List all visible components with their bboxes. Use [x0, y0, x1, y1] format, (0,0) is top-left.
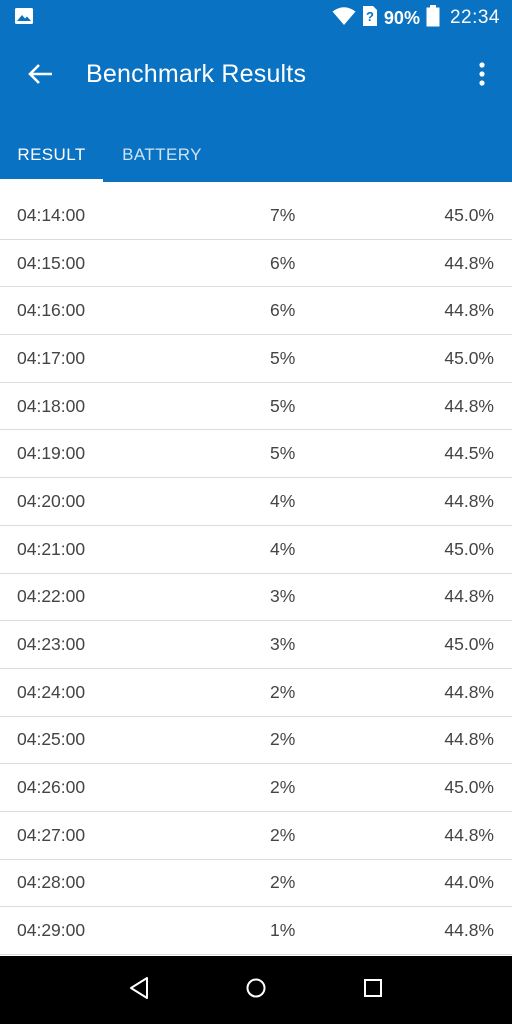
value-cell: 44.8% [444, 586, 494, 607]
table-row: 04:18:00 5% 44.8% [0, 383, 512, 431]
level-cell: 2% [270, 824, 296, 845]
more-vertical-icon [479, 61, 485, 91]
battery-icon [426, 4, 440, 32]
table-row: 04:23:00 3% 45.0% [0, 621, 512, 669]
time-cell: 04:22:00 [17, 586, 86, 607]
overflow-menu-button[interactable] [470, 58, 494, 94]
nav-recents-icon [362, 977, 384, 1004]
tab-bar: RESULT BATTERY [0, 128, 512, 182]
time-cell: 04:28:00 [17, 872, 86, 893]
level-cell: 3% [270, 634, 296, 655]
table-row: 04:16:00 6% 44.8% [0, 287, 512, 336]
nav-back-icon [128, 976, 150, 1005]
tab-result[interactable]: RESULT [0, 128, 103, 182]
table-row: 04:27:00 2% 44.8% [0, 812, 512, 860]
back-button[interactable] [20, 58, 60, 94]
time-cell: 04:15:00 [17, 252, 86, 273]
time-cell: 04:20:00 [17, 490, 86, 511]
table-row: 04:25:00 2% 44.8% [0, 717, 512, 765]
time-cell: 04:27:00 [17, 824, 86, 845]
table-row: 04:20:00 4% 44.8% [0, 478, 512, 526]
value-cell: 45.0% [444, 347, 494, 368]
time-cell: 04:21:00 [17, 538, 86, 559]
table-row: 04:19:00 5% 44.5% [0, 430, 512, 479]
status-left [14, 6, 34, 31]
nav-back-button[interactable] [119, 970, 159, 1010]
time-cell: 04:23:00 [17, 634, 86, 655]
nav-home-button[interactable] [236, 970, 276, 1010]
value-cell: 44.0% [444, 872, 494, 893]
level-cell: 7% [270, 204, 296, 225]
level-cell: 5% [270, 347, 296, 368]
value-cell: 44.8% [444, 824, 494, 845]
level-cell: 4% [270, 490, 296, 511]
value-cell: 44.8% [444, 681, 494, 702]
value-cell: 45.0% [444, 538, 494, 559]
level-cell: 1% [270, 920, 296, 941]
nav-recents-button[interactable] [353, 970, 393, 1010]
tab-battery[interactable]: BATTERY [103, 128, 221, 182]
level-cell: 6% [270, 300, 296, 321]
level-cell: 2% [270, 872, 296, 893]
time-cell: 04:17:00 [17, 347, 86, 368]
value-cell: 44.8% [444, 920, 494, 941]
time-cell: 04:16:00 [17, 300, 86, 321]
value-cell: 44.8% [444, 490, 494, 511]
wifi-icon [332, 6, 356, 31]
no-sim-icon: ? [362, 5, 378, 32]
time-cell: 04:25:00 [17, 729, 86, 750]
app-bar: Benchmark Results RESULT BATTERY [0, 36, 512, 182]
image-notification-icon [14, 6, 34, 31]
value-cell: 44.8% [444, 395, 494, 416]
nav-home-icon [245, 977, 267, 1004]
table-row: 04:15:00 6% 44.8% [0, 240, 512, 288]
table-row: 04:24:00 2% 44.8% [0, 669, 512, 717]
status-right: ? 90% 22:34 [332, 4, 500, 32]
time-cell: 04:29:00 [17, 920, 86, 941]
time-cell: 04:24:00 [17, 681, 86, 702]
time-cell: 04:14:00 [17, 204, 86, 225]
table-row: 04:28:00 2% 44.0% [0, 860, 512, 908]
status-bar: ? 90% 22:34 [0, 0, 512, 36]
time-cell: 04:19:00 [17, 443, 86, 464]
value-cell: 44.8% [444, 300, 494, 321]
value-cell: 44.8% [444, 252, 494, 273]
value-cell: 44.5% [444, 443, 494, 464]
page-title: Benchmark Results [86, 60, 307, 88]
table-row: 04:26:00 2% 45.0% [0, 764, 512, 812]
level-cell: 2% [270, 777, 296, 798]
system-nav-bar [0, 956, 512, 1024]
level-cell: 5% [270, 443, 296, 464]
table-row: 04:29:00 1% 44.8% [0, 907, 512, 955]
level-cell: 5% [270, 395, 296, 416]
table-row: 04:17:00 5% 45.0% [0, 335, 512, 383]
results-list[interactable]: 04:14:00 7% 45.0% 04:15:00 6% 44.8% 04:1… [0, 182, 512, 956]
level-cell: 3% [270, 586, 296, 607]
level-cell: 6% [270, 252, 296, 273]
svg-text:?: ? [366, 9, 374, 24]
value-cell: 45.0% [444, 777, 494, 798]
level-cell: 2% [270, 729, 296, 750]
table-row: 04:21:00 4% 45.0% [0, 526, 512, 574]
status-time: 22:34 [449, 7, 500, 28]
value-cell: 45.0% [444, 634, 494, 655]
time-cell: 04:26:00 [17, 777, 86, 798]
table-row: 04:22:00 3% 44.8% [0, 574, 512, 622]
time-cell: 04:18:00 [17, 395, 86, 416]
value-cell: 44.8% [444, 729, 494, 750]
arrow-back-icon [27, 63, 53, 90]
table-row: 04:14:00 7% 45.0% [0, 192, 512, 240]
level-cell: 2% [270, 681, 296, 702]
level-cell: 4% [270, 538, 296, 559]
battery-percent: 90% [383, 7, 420, 28]
value-cell: 45.0% [444, 204, 494, 225]
